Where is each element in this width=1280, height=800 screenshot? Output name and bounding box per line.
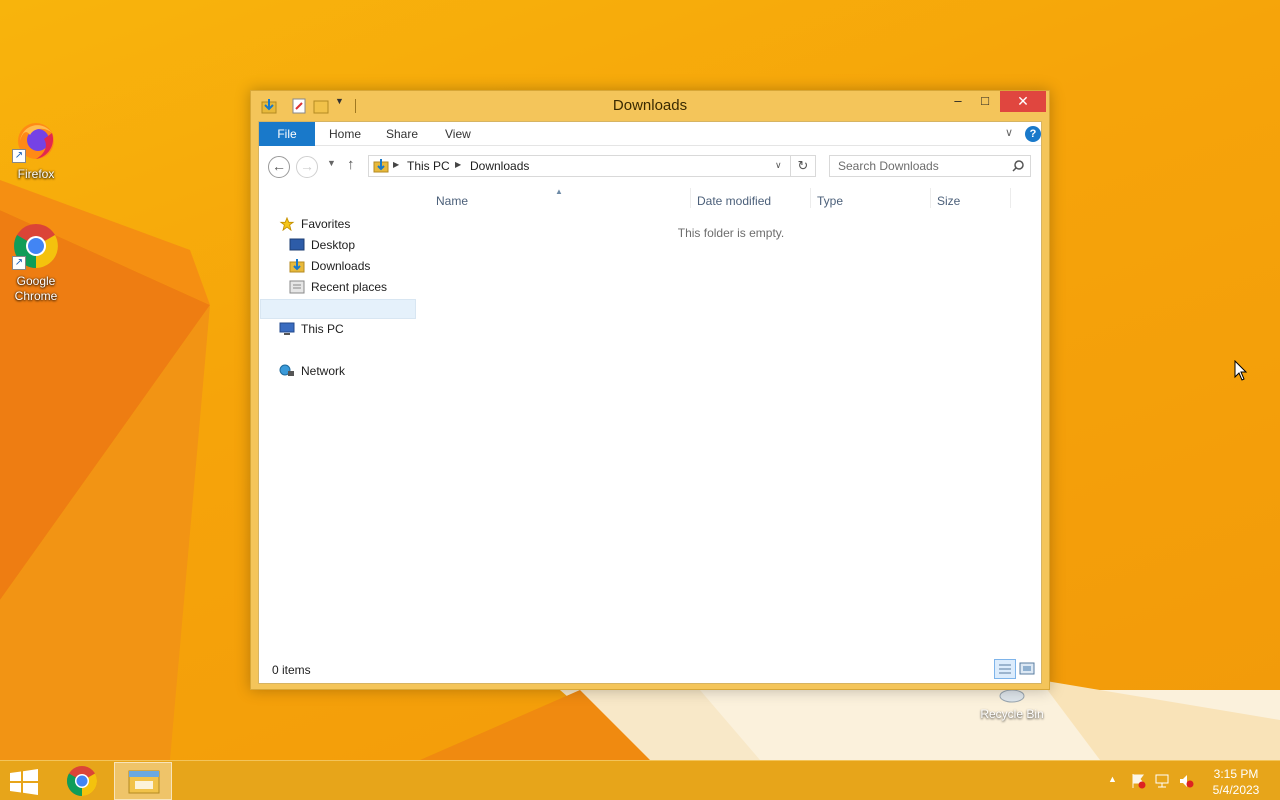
up-button[interactable]: ↑	[347, 156, 355, 173]
title-bar[interactable]: ▼ Downloads – □ ✕	[251, 91, 1049, 121]
recycle-bin-icon	[999, 689, 1025, 703]
search-placeholder: Search Downloads	[838, 159, 939, 173]
refresh-button[interactable]: ↻	[790, 155, 816, 177]
tab-view[interactable]: View	[431, 122, 485, 146]
empty-folder-message: This folder is empty.	[677, 226, 785, 240]
nav-label: Downloads	[311, 259, 371, 273]
taskbar-chrome-button[interactable]	[62, 763, 102, 799]
show-hidden-icons-chevron-icon[interactable]: ▲	[1108, 774, 1117, 784]
chrome-icon: ↗	[12, 222, 60, 270]
breadcrumb-separator-icon[interactable]: ▶	[455, 160, 461, 169]
nav-label: Network	[301, 364, 346, 378]
tab-file[interactable]: File	[259, 122, 315, 146]
clock-date: 5/4/2023	[1212, 783, 1260, 797]
taskbar-file-explorer-button[interactable]	[114, 762, 172, 800]
computer-icon	[279, 322, 295, 335]
navigation-bar: ← → ▼ ↑ ▶ This PC ▶ Downloads ∨ ↻ Search…	[259, 146, 1041, 186]
downloads-folder-icon	[289, 259, 305, 273]
ribbon-tabs: File Home Share View ∨ ?	[259, 122, 1041, 146]
desktop-icon	[289, 238, 305, 251]
desktop-icon-label: Firefox	[17, 167, 55, 181]
star-icon	[279, 217, 295, 231]
navigation-pane: Favorites Desktop Downloads Recent place…	[259, 186, 419, 656]
help-button[interactable]: ?	[1025, 126, 1041, 142]
shortcut-arrow-icon: ↗	[12, 149, 26, 163]
clock-time: 3:15 PM	[1213, 767, 1259, 781]
taskbar: ▲ 3:15 PM 5/4/2023	[0, 760, 1280, 800]
breadcrumb-downloads[interactable]: Downloads	[470, 159, 529, 173]
forward-button[interactable]: →	[296, 156, 318, 178]
column-header-date-modified[interactable]: Date modified	[697, 191, 771, 211]
desktop-icon-firefox[interactable]: ↗ Firefox	[0, 115, 72, 182]
status-bar: 0 items	[259, 657, 1041, 683]
downloads-folder-icon	[373, 159, 389, 173]
column-divider[interactable]	[1010, 188, 1011, 208]
column-header-name[interactable]: Name	[436, 191, 468, 211]
recent-locations-chevron-icon[interactable]: ▼	[327, 158, 336, 168]
volume-muted-icon[interactable]	[1178, 773, 1194, 789]
desktop-icon-chrome[interactable]: ↗ Google Chrome	[0, 222, 72, 304]
window-title: Downloads	[612, 97, 688, 114]
tab-share[interactable]: Share	[372, 122, 432, 146]
minimize-button[interactable]: –	[945, 91, 971, 112]
maximize-button[interactable]: □	[971, 91, 999, 112]
large-icons-view-icon[interactable]	[1019, 661, 1035, 677]
action-center-flag-icon[interactable]	[1130, 773, 1146, 789]
search-icon	[1012, 160, 1024, 172]
column-header-type[interactable]: Type	[817, 191, 843, 211]
nav-label: Favorites	[301, 217, 351, 231]
expand-ribbon-chevron-icon[interactable]: ∨	[1005, 126, 1013, 139]
tab-home[interactable]: Home	[315, 122, 375, 146]
mouse-cursor-icon	[1234, 360, 1248, 381]
address-dropdown-chevron-icon[interactable]: ∨	[775, 160, 782, 171]
nav-label: This PC	[301, 322, 344, 336]
column-divider[interactable]	[810, 188, 811, 208]
firefox-icon: ↗	[12, 115, 60, 163]
details-view-button[interactable]	[994, 659, 1016, 679]
column-divider[interactable]	[930, 188, 931, 208]
network-status-icon[interactable]	[1154, 773, 1170, 789]
desktop-icon-label: Google Chrome	[14, 274, 58, 303]
column-divider[interactable]	[690, 188, 691, 208]
search-input[interactable]: Search Downloads	[829, 155, 1031, 177]
nav-label: Desktop	[311, 238, 356, 252]
address-bar[interactable]: ▶ This PC ▶ Downloads ∨	[368, 155, 816, 177]
window-body: File Home Share View ∨ ? ← → ▼ ↑ ▶ This …	[258, 121, 1042, 684]
file-list[interactable]: ▲ Name Date modified Type Size This fold…	[429, 186, 1029, 656]
column-header-size[interactable]: Size	[937, 191, 960, 211]
network-icon	[279, 364, 294, 376]
nav-label: Recent places	[311, 280, 388, 294]
breadcrumb-separator-icon[interactable]: ▶	[393, 160, 399, 169]
back-button[interactable]: ←	[268, 156, 290, 178]
clock[interactable]: 3:15 PM 5/4/2023	[1200, 766, 1272, 798]
selection-highlight	[260, 299, 416, 319]
breadcrumb-this-pc[interactable]: This PC	[407, 159, 450, 173]
details-view-icon	[999, 664, 1011, 674]
start-button[interactable]	[8, 769, 40, 795]
item-count: 0 items	[272, 663, 311, 677]
desktop-icon-label: Recycle Bin	[980, 707, 1044, 721]
recent-places-icon	[289, 280, 305, 294]
close-button[interactable]: ✕	[1000, 91, 1046, 112]
shortcut-arrow-icon: ↗	[12, 256, 26, 270]
sort-ascending-icon: ▲	[555, 187, 563, 196]
desktop-icon-recycle-bin[interactable]: Recycle Bin	[976, 688, 1048, 721]
explorer-window: ▼ Downloads – □ ✕ File Home Share View ∨…	[250, 90, 1050, 690]
file-explorer-icon	[128, 770, 160, 794]
